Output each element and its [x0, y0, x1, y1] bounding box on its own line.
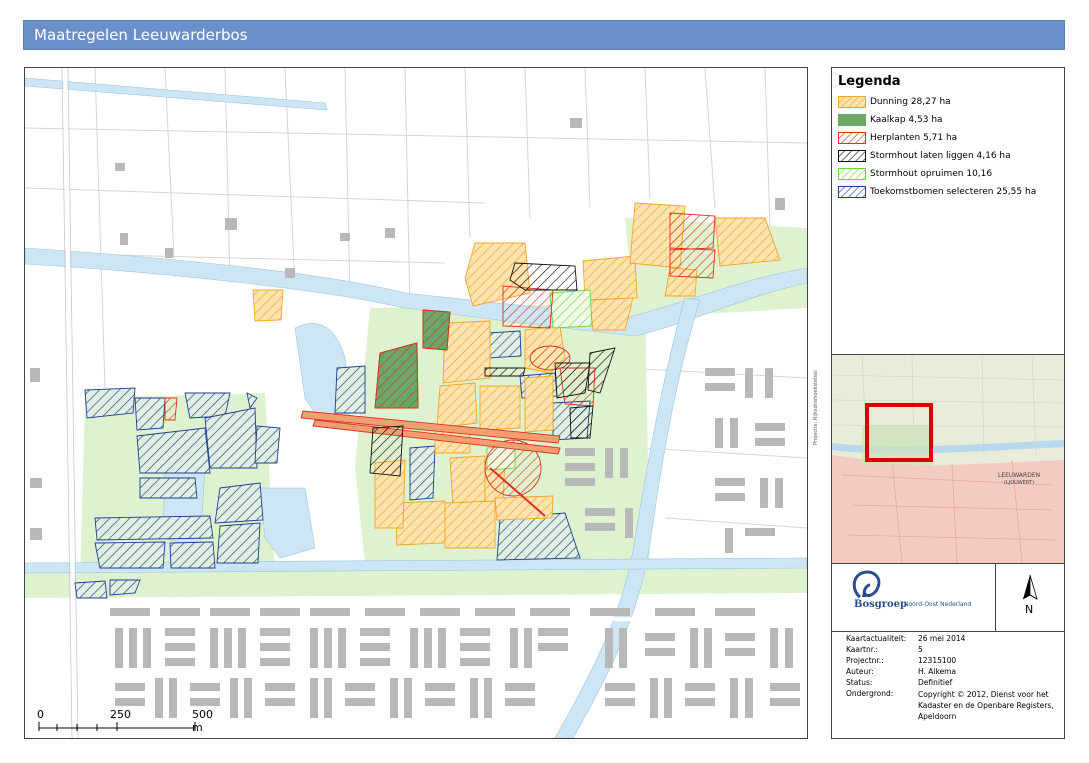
info-key: Auteur:: [846, 667, 874, 676]
info-key: Kaartnr.:: [846, 645, 879, 654]
legend-label-stormhout-opruimen: Stormhout opruimen 10,16: [870, 169, 993, 179]
info-row-projectnr: Projectnr.: 12315100: [846, 656, 1061, 667]
north-arrow-icon: [1022, 574, 1038, 600]
info-value: 12315100: [918, 656, 957, 665]
projection-text: Projectie: Rijksdriehoekstelsel: [813, 370, 819, 445]
projection-note: Projectie: Rijksdriehoekstelsel: [808, 345, 822, 445]
north-label: N: [1025, 603, 1034, 616]
overview-city-label-2: (LJOUWERT): [1004, 480, 1034, 486]
map-info-table: Kaartactualiteit: 26 mei 2014 Kaartnr.: …: [846, 634, 1061, 722]
north-arrow-box: N: [996, 563, 1064, 632]
info-key: Projectnr.:: [846, 656, 884, 665]
legend-swatch-stormhout-laten: [838, 150, 866, 162]
scale-labels: 0 250 500 m: [37, 708, 227, 738]
legend-swatch-toekomstbomen: [838, 186, 866, 198]
scale-label-500: 500 m: [192, 708, 213, 734]
legend-swatch-stormhout-opruimen: [838, 168, 866, 180]
legend-swatch-dunning: [838, 96, 866, 108]
info-row-auteur: Auteur: H. Alkema: [846, 667, 1061, 678]
info-key: Ondergrond:: [846, 689, 894, 698]
info-value: H. Alkema: [918, 667, 957, 676]
info-row-status: Status: Definitief: [846, 678, 1061, 689]
info-value: 26 mei 2014: [918, 634, 966, 643]
legend-title: Legenda: [838, 74, 901, 89]
info-row-kaartactualiteit: Kaartactualiteit: 26 mei 2014: [846, 634, 1061, 645]
scale-label-0: 0: [37, 708, 44, 721]
overview-canvas: LEEUWARDEN (LJOUWERT): [832, 355, 1064, 563]
info-row-ondergrond: Ondergrond: Copyright © 2012, Dienst voo…: [846, 689, 1061, 722]
legend-swatch-herplanten: [838, 132, 866, 144]
map-canvas[interactable]: [25, 68, 807, 738]
logo-name: Bosgroep: [854, 599, 908, 610]
info-value: Definitief: [918, 678, 953, 687]
title-bar: Maatregelen Leeuwarderbos: [23, 20, 1065, 50]
legend-label-kaalkap: Kaalkap 4,53 ha: [870, 115, 943, 125]
info-value: 5: [918, 645, 923, 654]
legend-swatch-kaalkap: [838, 114, 866, 126]
scale-label-250: 250: [110, 708, 131, 721]
legend-label-stormhout-laten: Stormhout laten liggen 4,16 ha: [870, 151, 1011, 161]
bosgroep-logo-icon: [852, 570, 881, 599]
map-frame[interactable]: 0 250 500 m: [24, 67, 808, 739]
overview-city-label-1: LEEUWARDEN: [998, 472, 1040, 479]
info-key: Kaartactualiteit:: [846, 634, 907, 643]
overview-map[interactable]: LEEUWARDEN (LJOUWERT): [832, 354, 1064, 564]
legend-panel: Legenda Dunning 28,27 ha Kaalkap 4,53 ha…: [831, 67, 1065, 739]
logo-box: Bosgroep Noord-Oost Nederland: [832, 563, 996, 632]
info-value: Copyright © 2012, Dienst voor het Kadast…: [918, 690, 1054, 721]
legend-label-dunning: Dunning 28,27 ha: [870, 97, 951, 107]
info-row-kaartnr: Kaartnr.: 5: [846, 645, 1061, 656]
legend-label-herplanten: Herplanten 5,71 ha: [870, 133, 958, 143]
page-title: Maatregelen Leeuwarderbos: [34, 26, 248, 44]
legend-label-toekomstbomen: Toekomstbomen selecteren 25,55 ha: [870, 187, 1037, 197]
logo-subtitle: Noord-Oost Nederland: [904, 601, 972, 608]
info-key: Status:: [846, 678, 873, 687]
